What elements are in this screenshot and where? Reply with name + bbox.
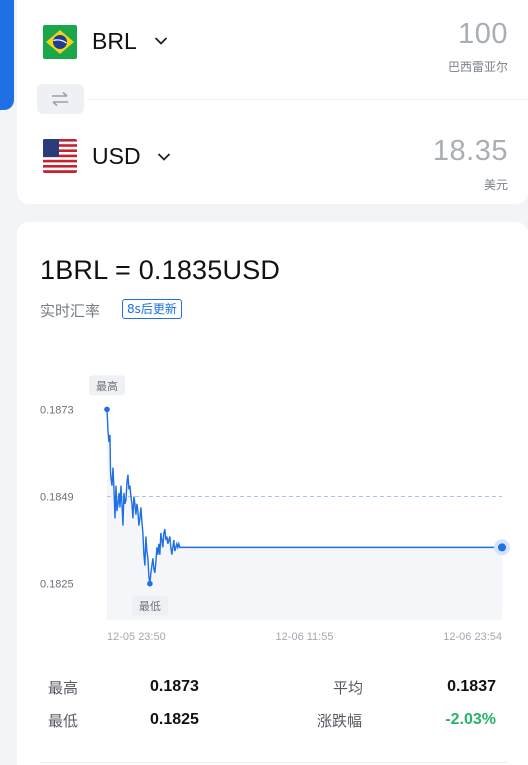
chevron-down-icon[interactable] — [154, 36, 168, 46]
from-amount-input[interactable]: 100 — [458, 18, 508, 51]
high-tag: 最高 — [96, 379, 118, 393]
low-tag: 最低 — [139, 600, 161, 613]
divider — [40, 762, 508, 763]
high-point — [104, 406, 110, 413]
stat-avg-label: 平均 — [333, 679, 364, 697]
y-tick-label: 0.1825 — [40, 579, 74, 591]
currency-converter: BRL 100 巴西雷亚尔 USD 18.35 美元 — [17, 0, 528, 204]
y-tick-label: 0.1849 — [40, 492, 74, 504]
rate-card: 1BRL = 0.1835USD 实时汇率 8s后更新 0.1873 0.1849… — [17, 222, 528, 765]
swap-currencies-button[interactable] — [37, 84, 84, 114]
chart-area-fill — [107, 409, 502, 620]
x-tick-label: 12-06 23:54 — [443, 631, 502, 643]
x-tick-label: 12-06 11:55 — [276, 631, 334, 643]
stat-change-value: -2.03% — [445, 711, 496, 728]
from-currency-code[interactable]: BRL — [92, 28, 137, 55]
side-accent-strip — [0, 0, 14, 110]
stat-change-label: 涨跌幅 — [317, 712, 363, 730]
rate-line-chart[interactable]: 0.1873 0.1849 0.1825 12-05 23:50 12-06 11:55… — [17, 222, 528, 662]
stat-high-value: 0.1873 — [150, 678, 199, 695]
swap-arrows-icon — [52, 91, 68, 107]
to-currency-code[interactable]: USD — [92, 143, 141, 170]
stat-low-label: 最低 — [48, 712, 79, 730]
to-currency-row[interactable]: USD 18.35 美元 — [17, 108, 528, 208]
stat-avg-value: 0.1837 — [447, 678, 496, 695]
from-currency-name: 巴西雷亚尔 — [447, 60, 508, 74]
from-currency-row[interactable]: BRL 100 巴西雷亚尔 — [17, 0, 528, 100]
x-tick-label: 12-05 23:50 — [107, 631, 166, 643]
stat-high-label: 最高 — [48, 679, 79, 697]
us-flag-icon — [43, 139, 77, 173]
brazil-flag-icon — [43, 25, 77, 59]
low-point — [147, 580, 153, 587]
divider — [87, 99, 528, 100]
chevron-down-icon[interactable] — [157, 152, 171, 162]
to-amount-output[interactable]: 18.35 — [433, 135, 508, 168]
current-point — [498, 543, 506, 552]
y-tick-label: 0.1873 — [40, 404, 74, 416]
stat-low-value: 0.1825 — [150, 711, 199, 728]
to-currency-name: 美元 — [483, 178, 508, 192]
